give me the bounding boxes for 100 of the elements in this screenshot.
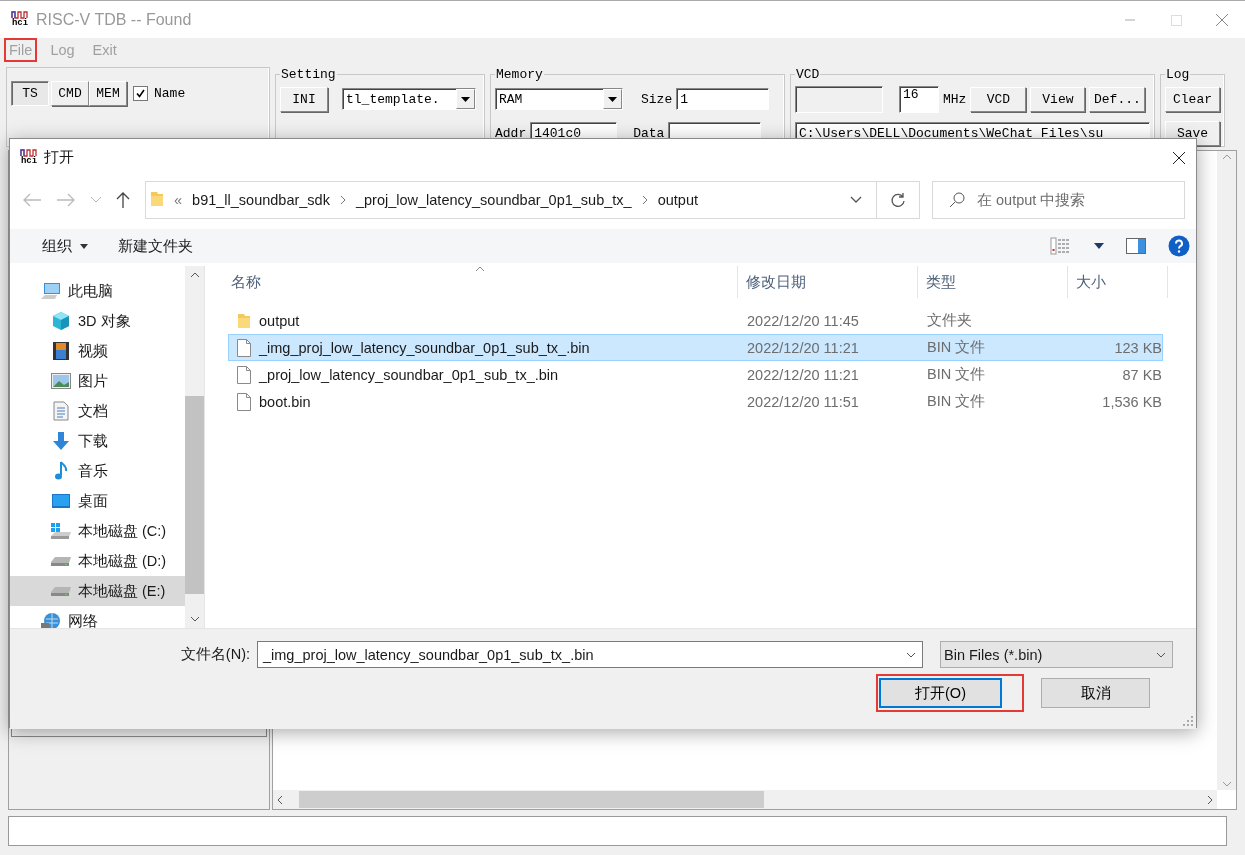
file-type-select[interactable]: Bin Files (*.bin) bbox=[940, 641, 1173, 668]
open-button[interactable]: 打开(O) bbox=[879, 678, 1002, 708]
vcd-field[interactable] bbox=[795, 85, 883, 113]
breadcrumb-item[interactable]: output bbox=[657, 192, 698, 208]
toolbar-button[interactable]: VCD bbox=[970, 86, 1027, 112]
caret-icon[interactable] bbox=[1094, 243, 1104, 249]
file-name: _img_proj_low_latency_soundbar_0p1_sub_tx_.bin bbox=[259, 339, 591, 356]
nav-item[interactable]: 3D 对象 bbox=[10, 306, 185, 336]
help-icon[interactable] bbox=[1168, 235, 1190, 257]
search-field[interactable]: 在 output 中搜索 bbox=[932, 181, 1185, 219]
memory-select[interactable]: RAM bbox=[495, 88, 623, 110]
window-title: RISC-V TDB -- Found bbox=[36, 10, 192, 29]
chevron-down-icon[interactable] bbox=[1156, 651, 1166, 658]
chevron-down-icon[interactable] bbox=[906, 651, 916, 658]
file-size: 123 KB bbox=[1113, 339, 1162, 356]
template-select[interactable]: tl_template. bbox=[342, 88, 476, 110]
nav-item[interactable]: 文档 bbox=[10, 396, 185, 426]
dropdown-arrow-icon[interactable] bbox=[608, 96, 617, 102]
chevron-down-icon[interactable] bbox=[850, 196, 862, 204]
toolbar-button[interactable]: View bbox=[1030, 86, 1086, 112]
download-arrow-icon bbox=[50, 431, 72, 451]
group-title: Setting bbox=[280, 67, 337, 82]
file-type: BIN 文件 bbox=[927, 338, 987, 357]
cancel-button[interactable]: 取消 bbox=[1041, 678, 1150, 708]
sort-caret-icon bbox=[475, 266, 485, 272]
file-date: 2022/12/20 11:21 bbox=[747, 339, 860, 356]
overflow-chevron[interactable]: « bbox=[174, 192, 183, 208]
tab-button[interactable]: MEM bbox=[89, 80, 127, 106]
field-label: Addr bbox=[495, 125, 527, 141]
file-row[interactable]: _img_proj_low_latency_soundbar_0p1_sub_tx_.bin 2022/12/20 11:21 BIN 文件 123 KB bbox=[228, 334, 1163, 361]
drive-icon bbox=[50, 586, 72, 596]
toolbar-button[interactable]: Clear bbox=[1165, 86, 1220, 112]
scroll-down-icon[interactable] bbox=[189, 616, 200, 622]
file-name: _proj_low_latency_soundbar_0p1_sub_tx_.bin bbox=[259, 366, 560, 383]
toolbar-button[interactable]: INI bbox=[280, 86, 328, 112]
file-row[interactable]: _proj_low_latency_soundbar_0p1_sub_tx_.bin 2022/12/20 11:21 BIN 文件 87 KB bbox=[228, 361, 1163, 388]
address-bar[interactable]: « b91_ll_soundbar_sdk _proj_low_latency_soundbar_0p1_sub_tx_ output bbox=[145, 181, 877, 219]
file-size: 1,536 KB bbox=[1101, 393, 1162, 410]
column-header[interactable]: 大小 bbox=[1068, 266, 1168, 298]
checkbox[interactable] bbox=[133, 85, 148, 101]
chevron-right-icon bbox=[641, 195, 648, 205]
nav-item[interactable]: 此电脑 bbox=[10, 276, 185, 306]
toolbar-button[interactable]: Def... bbox=[1089, 86, 1146, 112]
document-icon bbox=[50, 401, 72, 421]
file-type: 文件夹 bbox=[927, 311, 973, 330]
new-folder-button[interactable]: 新建文件夹 bbox=[108, 232, 203, 260]
file-type: BIN 文件 bbox=[927, 365, 987, 384]
close-icon[interactable] bbox=[1172, 150, 1186, 165]
file-date: 2022/12/20 11:21 bbox=[747, 366, 860, 383]
nav-item[interactable]: 本地磁盘 (D:) bbox=[10, 546, 185, 576]
filename-field[interactable]: _img_proj_low_latency_soundbar_0p1_sub_tx_.bin bbox=[257, 641, 923, 668]
refresh-icon[interactable] bbox=[890, 192, 906, 208]
file-date: 2022/12/20 11:51 bbox=[747, 393, 860, 410]
file-size: 87 KB bbox=[1121, 366, 1162, 383]
nav-item[interactable]: 音乐 bbox=[10, 456, 185, 486]
scroll-left-icon[interactable] bbox=[277, 794, 283, 805]
app-logo: hci bbox=[10, 11, 30, 28]
up-arrow-icon[interactable] bbox=[116, 191, 130, 209]
film-icon bbox=[50, 341, 72, 361]
file-row[interactable]: output 2022/12/20 11:45 文件夹 bbox=[228, 307, 1163, 334]
file-name: output bbox=[259, 312, 301, 329]
search-icon bbox=[949, 192, 965, 208]
app-logo: hci bbox=[19, 149, 39, 166]
tab-button[interactable]: CMD bbox=[51, 80, 89, 106]
field-label: Size bbox=[641, 91, 673, 107]
nav-item[interactable]: 桌面 bbox=[10, 486, 185, 516]
drive-icon bbox=[50, 522, 72, 540]
column-header[interactable]: 类型 bbox=[918, 266, 1068, 298]
group-title: Log bbox=[1165, 67, 1191, 82]
nav-item[interactable]: 图片 bbox=[10, 366, 185, 396]
nav-item[interactable]: 视频 bbox=[10, 336, 185, 366]
organize-menu[interactable]: 组织 bbox=[32, 232, 98, 260]
dialog-title: 打开 bbox=[44, 148, 74, 167]
column-header[interactable]: 修改日期 bbox=[738, 266, 918, 298]
nav-item[interactable]: 本地磁盘 (C:) bbox=[10, 516, 185, 546]
group-title: VCD bbox=[795, 67, 821, 82]
resize-grip-icon[interactable] bbox=[1183, 716, 1193, 726]
column-header[interactable]: 名称 bbox=[205, 266, 738, 298]
breadcrumb-item[interactable]: _proj_low_latency_soundbar_0p1_sub_tx_ bbox=[355, 192, 632, 208]
unit-label: MHz bbox=[943, 91, 967, 107]
nav-item[interactable]: 本地磁盘 (E:) bbox=[10, 576, 185, 606]
frequency-field[interactable]: 16 bbox=[899, 85, 939, 113]
cube-icon bbox=[50, 311, 72, 331]
tab-button[interactable]: TS bbox=[11, 80, 49, 106]
nav-item[interactable]: 下载 bbox=[10, 426, 185, 456]
caret-icon[interactable] bbox=[80, 243, 88, 249]
vertical-scrollbar[interactable] bbox=[185, 266, 204, 628]
chevron-right-icon bbox=[339, 195, 346, 205]
dropdown-arrow-icon[interactable] bbox=[461, 96, 470, 102]
refresh-button[interactable] bbox=[877, 181, 920, 219]
file-type: BIN 文件 bbox=[927, 392, 987, 411]
breadcrumb-item[interactable]: b91_ll_soundbar_sdk bbox=[192, 192, 330, 208]
file-date: 2022/12/20 11:45 bbox=[747, 312, 860, 329]
size-field[interactable]: 1 bbox=[676, 88, 770, 110]
scroll-right-icon[interactable] bbox=[1207, 794, 1213, 805]
file-row[interactable]: boot.bin 2022/12/20 11:51 BIN 文件 1,536 KB bbox=[228, 388, 1163, 415]
group-title: Memory bbox=[495, 67, 544, 82]
preview-pane-icon[interactable] bbox=[1126, 238, 1146, 254]
horizontal-scrollbar[interactable] bbox=[273, 790, 1217, 809]
scroll-up-icon[interactable] bbox=[189, 272, 200, 278]
